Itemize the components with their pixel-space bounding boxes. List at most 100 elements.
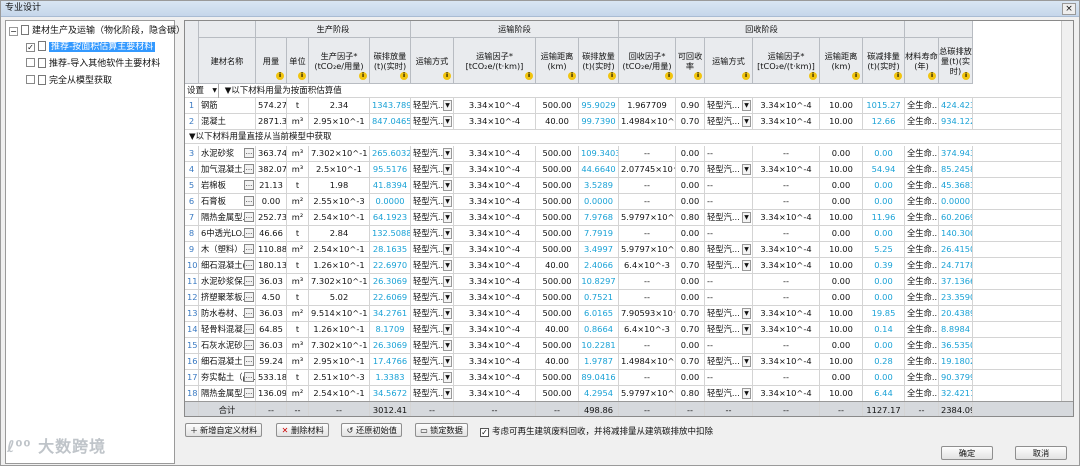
dropdown-arrow-icon[interactable]: ▼ — [443, 372, 452, 383]
table-cell[interactable]: 36.03 — [256, 274, 287, 290]
checkbox-icon[interactable]: ✓ — [26, 43, 35, 52]
dropdown-arrow-icon[interactable]: ▼ — [742, 324, 751, 335]
dropdown-arrow-icon[interactable]: ▼ — [443, 340, 452, 351]
table-cell[interactable]: 岩棉板... — [199, 178, 256, 194]
dropdown-arrow-icon[interactable]: ▼ — [443, 116, 452, 127]
info-icon[interactable]: i — [525, 72, 533, 80]
ellipsis-button[interactable]: ... — [244, 276, 254, 286]
table-cell[interactable]: 全生命... — [905, 386, 939, 402]
info-icon[interactable]: i — [928, 72, 936, 80]
dropdown-arrow-icon[interactable]: ▼ — [443, 308, 452, 319]
close-icon[interactable]: × — [1062, 3, 1076, 15]
table-cell[interactable]: 全生命... — [905, 338, 939, 354]
info-icon[interactable]: i — [298, 72, 306, 80]
ellipsis-button[interactable]: ... — [244, 324, 254, 334]
table-cell[interactable]: 轻型汽... ▼ — [411, 194, 454, 210]
table-cell[interactable]: 全生命... — [905, 226, 939, 242]
table-cell[interactable]: 隔热金属型...... — [199, 210, 256, 226]
table-cell[interactable]: 轻型汽... ▼ — [411, 306, 454, 322]
ellipsis-button[interactable]: ... — [244, 340, 254, 350]
table-cell[interactable]: 全生命... — [905, 146, 939, 162]
table-cell[interactable]: -- — [705, 194, 753, 210]
table-cell[interactable]: 轻骨料混凝...... — [199, 322, 256, 338]
info-icon[interactable]: i — [443, 72, 451, 80]
table-cell[interactable]: 全生命... — [905, 242, 939, 258]
recycle-option[interactable]: ✓ 考虑可再生建筑废料回收，并将减排量从建筑碳排放中扣除 — [480, 425, 713, 437]
ellipsis-button[interactable]: ... — [244, 356, 254, 366]
dropdown-arrow-icon[interactable]: ▼ — [443, 100, 452, 111]
table-cell[interactable]: 木（塑料）...... — [199, 242, 256, 258]
ellipsis-button[interactable]: ... — [244, 308, 254, 318]
table-cell[interactable]: 252.73 — [256, 210, 287, 226]
dropdown-arrow-icon[interactable]: ▼ — [443, 260, 452, 271]
table-cell[interactable]: -- — [705, 290, 753, 306]
table-cell[interactable]: 轻型汽... ▼ — [411, 354, 454, 370]
dropdown-arrow-icon[interactable]: ▼ — [443, 324, 452, 335]
table-cell[interactable]: 轻型汽... ▼ — [705, 242, 753, 258]
table-cell[interactable]: 轻型汽... ▼ — [705, 210, 753, 226]
dropdown-arrow-icon[interactable]: ▼ — [443, 388, 452, 399]
ellipsis-button[interactable]: ... — [244, 196, 254, 206]
table-cell[interactable]: 全生命... — [905, 274, 939, 290]
table-cell[interactable]: -- — [705, 226, 753, 242]
table-cell[interactable]: 轻型汽... ▼ — [705, 114, 753, 130]
settings-dropdown[interactable]: 设置 ▼ — [185, 84, 219, 98]
table-cell[interactable]: 轻型汽... ▼ — [705, 98, 753, 114]
info-icon[interactable]: i — [568, 72, 576, 80]
table-cell[interactable]: 21.13 — [256, 178, 287, 194]
table-cell[interactable]: 轻型汽... ▼ — [705, 258, 753, 274]
info-icon[interactable]: i — [742, 72, 750, 80]
dropdown-arrow-icon[interactable]: ▼ — [742, 388, 751, 399]
delete-material-button[interactable]: ✕ 删除材料 — [276, 423, 329, 437]
table-cell[interactable]: 细石混凝土(...... — [199, 258, 256, 274]
dropdown-arrow-icon[interactable]: ▼ — [742, 164, 751, 175]
info-icon[interactable]: i — [962, 72, 970, 80]
ellipsis-button[interactable]: ... — [244, 292, 254, 302]
table-cell[interactable]: 136.09 — [256, 386, 287, 402]
table-cell[interactable]: 363.74 — [256, 146, 287, 162]
info-icon[interactable]: i — [608, 72, 616, 80]
table-cell[interactable]: -- — [705, 370, 753, 386]
ok-button[interactable]: 确定 — [941, 446, 993, 460]
checkbox-icon[interactable] — [26, 58, 35, 67]
info-icon[interactable]: i — [359, 72, 367, 80]
collapse-icon[interactable]: − — [9, 27, 18, 36]
recycle-checkbox[interactable]: ✓ — [480, 428, 489, 437]
table-cell[interactable]: 6中透光LO...... — [199, 226, 256, 242]
ellipsis-button[interactable]: ... — [244, 228, 254, 238]
table-cell[interactable]: 382.07 — [256, 162, 287, 178]
table-cell[interactable]: 59.24 — [256, 354, 287, 370]
info-icon[interactable]: i — [400, 72, 408, 80]
table-cell[interactable]: 轻型汽... ▼ — [705, 162, 753, 178]
dropdown-arrow-icon[interactable]: ▼ — [742, 244, 751, 255]
table-cell[interactable]: 混凝土 — [199, 114, 256, 130]
table-cell[interactable]: -- — [705, 274, 753, 290]
table-cell[interactable]: 轻型汽... ▼ — [705, 306, 753, 322]
dropdown-arrow-icon[interactable]: ▼ — [742, 308, 751, 319]
tree-item-area-estimate[interactable]: ✓ 推荐-按面积估算主要材料 — [26, 40, 156, 55]
table-cell[interactable]: 轻型汽... ▼ — [411, 226, 454, 242]
dropdown-arrow-icon[interactable]: ▼ — [742, 356, 751, 367]
table-cell[interactable]: 轻型汽... ▼ — [705, 322, 753, 338]
table-cell[interactable]: 水泥砂浆保...... — [199, 274, 256, 290]
info-icon[interactable]: i — [852, 72, 860, 80]
table-cell[interactable]: 轻型汽... ▼ — [411, 178, 454, 194]
table-cell[interactable]: 全生命... — [905, 370, 939, 386]
table-cell[interactable]: 全生命... — [905, 354, 939, 370]
checkbox-icon[interactable] — [26, 75, 35, 84]
table-cell[interactable]: 轻型汽... ▼ — [411, 146, 454, 162]
ellipsis-button[interactable]: ... — [244, 260, 254, 270]
dropdown-arrow-icon[interactable]: ▼ — [443, 196, 452, 207]
info-icon[interactable]: i — [276, 72, 284, 80]
table-cell[interactable]: 夯实黏土（ρ...... — [199, 370, 256, 386]
table-cell[interactable]: 石膏板... — [199, 194, 256, 210]
table-cell[interactable]: 轻型汽... ▼ — [411, 370, 454, 386]
table-cell[interactable]: 46.66 — [256, 226, 287, 242]
info-icon[interactable]: i — [894, 72, 902, 80]
table-cell[interactable]: 533.18 — [256, 370, 287, 386]
table-cell[interactable]: 轻型汽... ▼ — [705, 354, 753, 370]
table-cell[interactable]: 轻型汽... ▼ — [411, 338, 454, 354]
restore-defaults-button[interactable]: ↺ 还原初始值 — [341, 423, 402, 437]
table-cell[interactable]: 轻型汽... ▼ — [411, 290, 454, 306]
vertical-scrollbar[interactable] — [1061, 21, 1073, 401]
